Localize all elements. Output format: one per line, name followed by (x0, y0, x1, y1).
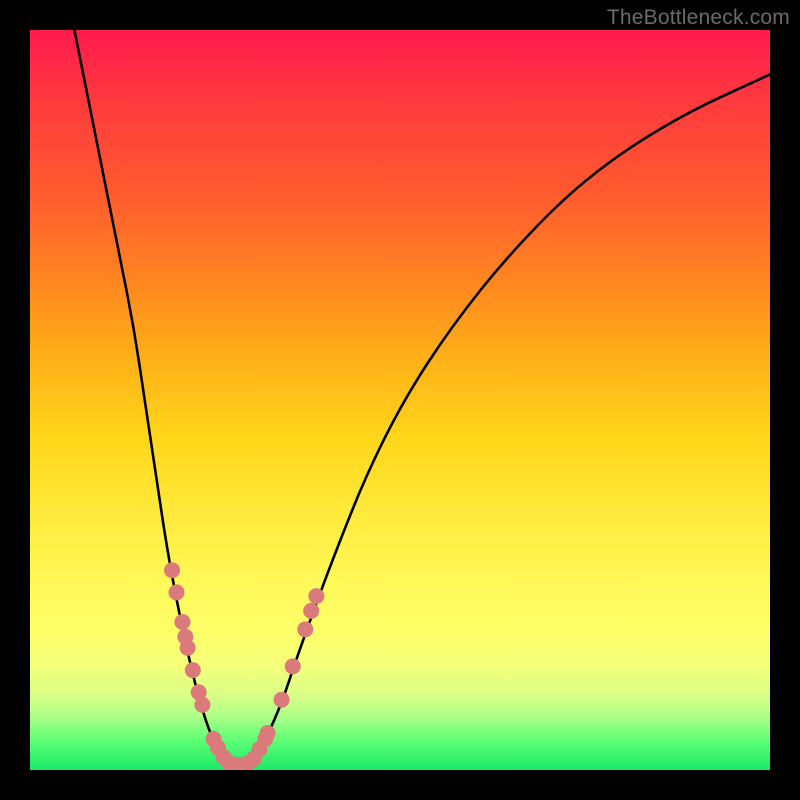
data-point-marker (185, 662, 201, 678)
data-point-marker (164, 562, 180, 578)
data-point-markers (30, 30, 770, 770)
chart-frame: TheBottleneck.com (0, 0, 800, 800)
data-point-marker (194, 697, 210, 713)
data-point-marker (174, 614, 190, 630)
data-point-marker (308, 588, 324, 604)
data-point-marker (297, 621, 313, 637)
watermark-text: TheBottleneck.com (607, 6, 790, 30)
data-point-marker (274, 692, 290, 708)
data-point-marker (303, 603, 319, 619)
data-point-marker (285, 658, 301, 674)
data-point-marker (260, 725, 276, 741)
data-point-marker (169, 584, 185, 600)
data-point-marker (180, 640, 196, 656)
chart-plot-area (30, 30, 770, 770)
